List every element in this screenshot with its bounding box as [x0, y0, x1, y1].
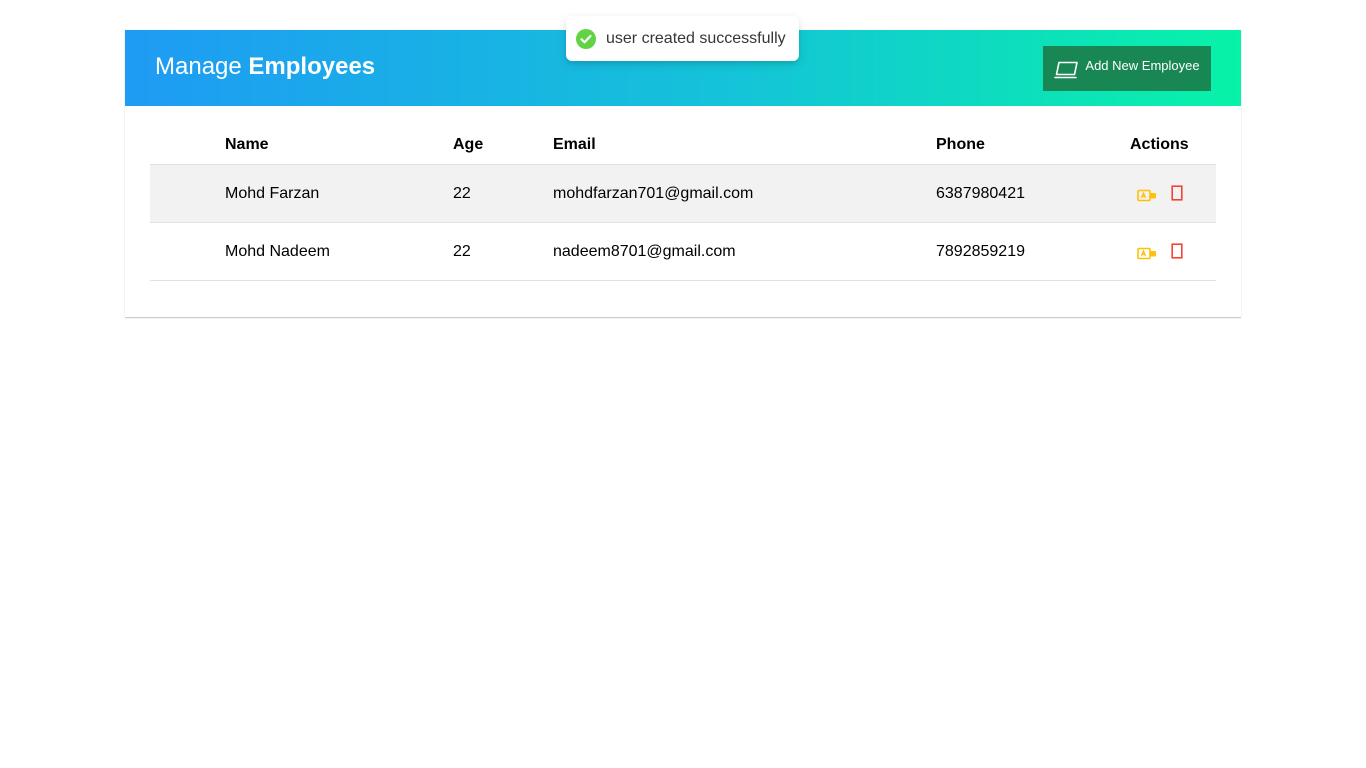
- check-circle-icon: [576, 28, 596, 49]
- column-header-age: Age: [453, 125, 553, 165]
- add-new-employee-button[interactable]: Add New Employee: [1043, 46, 1211, 91]
- cell-email: mohdfarzan701@gmail.com: [553, 164, 936, 223]
- laptop-icon: [1054, 61, 1080, 79]
- cell-age: 22: [453, 164, 553, 223]
- page-title: Manage Employees: [155, 51, 375, 83]
- column-header-email: Email: [553, 125, 936, 165]
- cell-age: 22: [453, 222, 553, 281]
- column-header-phone: Phone: [936, 125, 1130, 165]
- cell-phone: 6387980421: [936, 164, 1130, 223]
- add-button-label: Add New Employee: [1085, 58, 1200, 73]
- cell-name: Mohd Nadeem: [225, 222, 453, 281]
- delete-icon[interactable]: [1171, 243, 1184, 259]
- cell-actions: [1130, 222, 1216, 281]
- column-header-actions: Actions: [1130, 125, 1216, 165]
- cell-name: Mohd Farzan: [225, 164, 453, 223]
- cell-email: nadeem8701@gmail.com: [553, 222, 936, 281]
- edit-icon[interactable]: [1137, 188, 1157, 202]
- employee-table-wrapper: Name Age Email Phone Actions Mohd Farzan…: [150, 125, 1216, 281]
- row-spacer: [150, 222, 225, 281]
- title-light: Manage: [155, 53, 242, 80]
- table-row: Mohd Nadeem 22 nadeem8701@gmail.com 7892…: [150, 222, 1216, 281]
- cell-phone: 7892859219: [936, 222, 1130, 281]
- employee-card: Manage Employees Add New Employee Name A…: [125, 30, 1241, 317]
- edit-icon[interactable]: [1137, 246, 1157, 260]
- success-toast: user created successfully: [566, 16, 799, 61]
- header-spacer: [150, 125, 225, 165]
- row-spacer: [150, 164, 225, 223]
- delete-icon[interactable]: [1171, 185, 1184, 201]
- table-row: Mohd Farzan 22 mohdfarzan701@gmail.com 6…: [150, 164, 1216, 223]
- column-header-name: Name: [225, 125, 453, 165]
- toast-message: user created successfully: [606, 29, 786, 47]
- cell-actions: [1130, 164, 1216, 223]
- title-bold: Employees: [248, 53, 376, 80]
- employee-table: Name Age Email Phone Actions Mohd Farzan…: [150, 125, 1216, 281]
- table-header-row: Name Age Email Phone Actions: [150, 125, 1216, 165]
